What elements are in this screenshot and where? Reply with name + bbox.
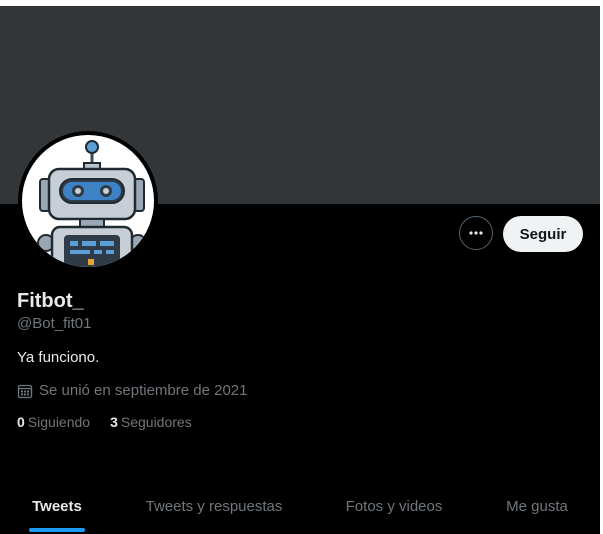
active-tab-indicator (29, 528, 85, 532)
tab-tweets-and-replies[interactable]: Tweets y respuestas (114, 482, 314, 534)
following-link[interactable]: 0 Siguiendo (17, 414, 90, 430)
profile-page: Seguir Fitbot_ @Bot_fit01 Ya funciono. S… (0, 0, 603, 534)
robot-icon (37, 140, 147, 267)
following-count: 0 (17, 414, 25, 430)
profile-tabs: Tweets Tweets y respuestas Fotos y video… (0, 482, 600, 534)
profile-bio: Ya funciono. (17, 349, 100, 366)
more-horizontal-icon (469, 231, 483, 235)
tab-photos-and-videos[interactable]: Fotos y videos (314, 482, 474, 534)
join-date-text: Se unió en septiembre de 2021 (39, 382, 248, 399)
follow-stats: 0 Siguiendo 3 Seguidores (17, 414, 212, 430)
join-date: Se unió en septiembre de 2021 (17, 382, 247, 399)
window-top-edge (0, 0, 603, 6)
tab-likes[interactable]: Me gusta (474, 482, 600, 534)
more-options-button[interactable] (459, 216, 493, 250)
tab-tweets[interactable]: Tweets (0, 482, 114, 534)
following-label: Siguiendo (27, 414, 91, 430)
followers-count: 3 (110, 414, 118, 430)
avatar[interactable] (18, 131, 158, 271)
profile-handle: @Bot_fit01 (17, 315, 92, 332)
follow-button[interactable]: Seguir (503, 216, 583, 252)
followers-label: Seguidores (120, 414, 192, 430)
robot-avatar-image (22, 135, 154, 267)
profile-name: Fitbot_ (17, 290, 84, 312)
followers-link[interactable]: 3 Seguidores (110, 414, 192, 430)
calendar-icon (17, 383, 33, 399)
